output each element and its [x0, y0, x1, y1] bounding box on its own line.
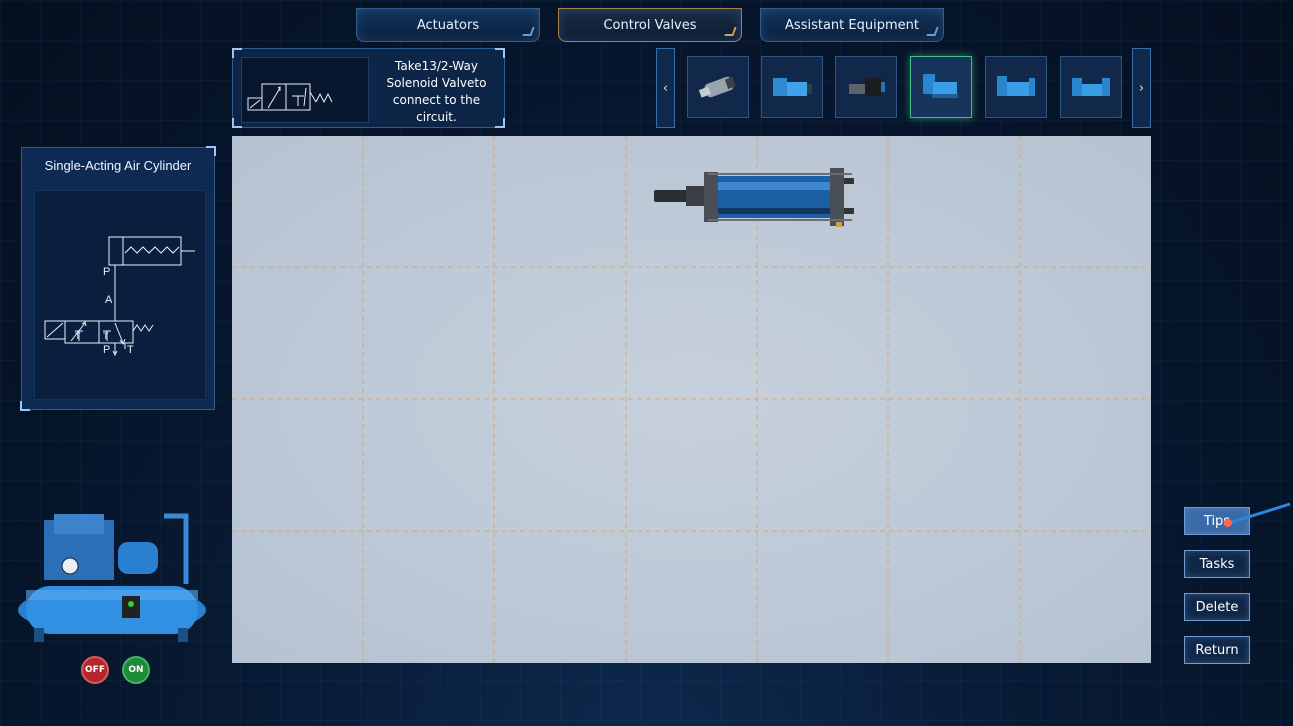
- component-item-3-2-way-solenoid-valve[interactable]: [910, 56, 972, 118]
- port-label: A: [105, 294, 113, 306]
- port-label: T: [75, 331, 81, 341]
- tab-corner-decoration: [926, 27, 939, 36]
- placed-air-cylinder[interactable]: [652, 164, 872, 230]
- pointer-line: [1224, 502, 1291, 527]
- air-compressor[interactable]: [14, 510, 210, 646]
- delete-button[interactable]: Delete: [1184, 593, 1250, 621]
- valve-blue-icon: [997, 76, 1035, 96]
- symbol-panel: Single-Acting Air Cylinder P A T T P T: [20, 146, 216, 411]
- workspace-canvas[interactable]: [232, 136, 1151, 663]
- port-label: T: [127, 344, 134, 356]
- strip-prev-button[interactable]: ‹: [656, 48, 675, 128]
- tab-label: Assistant Equipment: [785, 18, 919, 33]
- tab-assistant-equipment[interactable]: Assistant Equipment: [760, 8, 944, 42]
- tab-corner-decoration: [724, 27, 737, 36]
- corner-bracket: [495, 118, 505, 128]
- valve-grey-icon: [698, 76, 736, 98]
- instruction-text: Take13/2-Way Solenoid Valveto connect to…: [386, 59, 487, 124]
- component-item-valve-blue-2[interactable]: [985, 56, 1047, 118]
- component-item-valve-grey[interactable]: [687, 56, 749, 118]
- tab-corner-decoration: [522, 27, 535, 36]
- corner-bracket: [206, 146, 216, 156]
- solenoid-valve-symbol-icon: [247, 83, 333, 111]
- return-button[interactable]: Return: [1184, 636, 1250, 664]
- button-label: OFF: [85, 665, 105, 675]
- component-item-valve-blue-1[interactable]: [761, 56, 823, 118]
- tab-actuators[interactable]: Actuators: [356, 8, 540, 42]
- port-label: P: [103, 266, 110, 278]
- valve-blue-icon: [1072, 78, 1110, 96]
- component-item-valve-dark[interactable]: [835, 56, 897, 118]
- button-label: Delete: [1195, 599, 1239, 615]
- port-label: P: [103, 344, 110, 356]
- corner-bracket: [232, 48, 242, 58]
- circuit-symbol-area: P A T T P T: [34, 190, 206, 400]
- tab-label: Actuators: [416, 18, 480, 33]
- power-on-button[interactable]: ON: [122, 656, 150, 684]
- strip-next-button[interactable]: ›: [1132, 48, 1151, 128]
- chevron-right-icon: ›: [1138, 80, 1145, 96]
- valve-blue-icon: [773, 78, 812, 96]
- symbol-panel-title: Single-Acting Air Cylinder: [44, 158, 192, 173]
- chevron-left-icon: ‹: [662, 80, 669, 96]
- power-off-button[interactable]: OFF: [81, 656, 109, 684]
- tab-label: Control Valves: [603, 18, 697, 33]
- corner-bracket: [495, 48, 505, 58]
- tasks-button[interactable]: Tasks: [1184, 550, 1250, 578]
- corner-bracket: [232, 118, 242, 128]
- button-label: Tasks: [1199, 556, 1235, 572]
- button-label: Return: [1195, 642, 1239, 658]
- instruction-panel: Take13/2-Way Solenoid Valveto connect to…: [232, 48, 505, 128]
- valve-symbol-thumbnail: [241, 57, 369, 123]
- tab-control-valves[interactable]: Control Valves: [558, 8, 742, 42]
- circuit-diagram: P A T T P T: [44, 236, 195, 357]
- port-label: T: [103, 331, 109, 341]
- corner-bracket: [20, 401, 30, 411]
- component-item-valve-blue-3[interactable]: [1060, 56, 1122, 118]
- solenoid-valve-icon: [923, 74, 958, 98]
- button-label: ON: [128, 665, 144, 675]
- valve-dark-icon: [849, 78, 885, 96]
